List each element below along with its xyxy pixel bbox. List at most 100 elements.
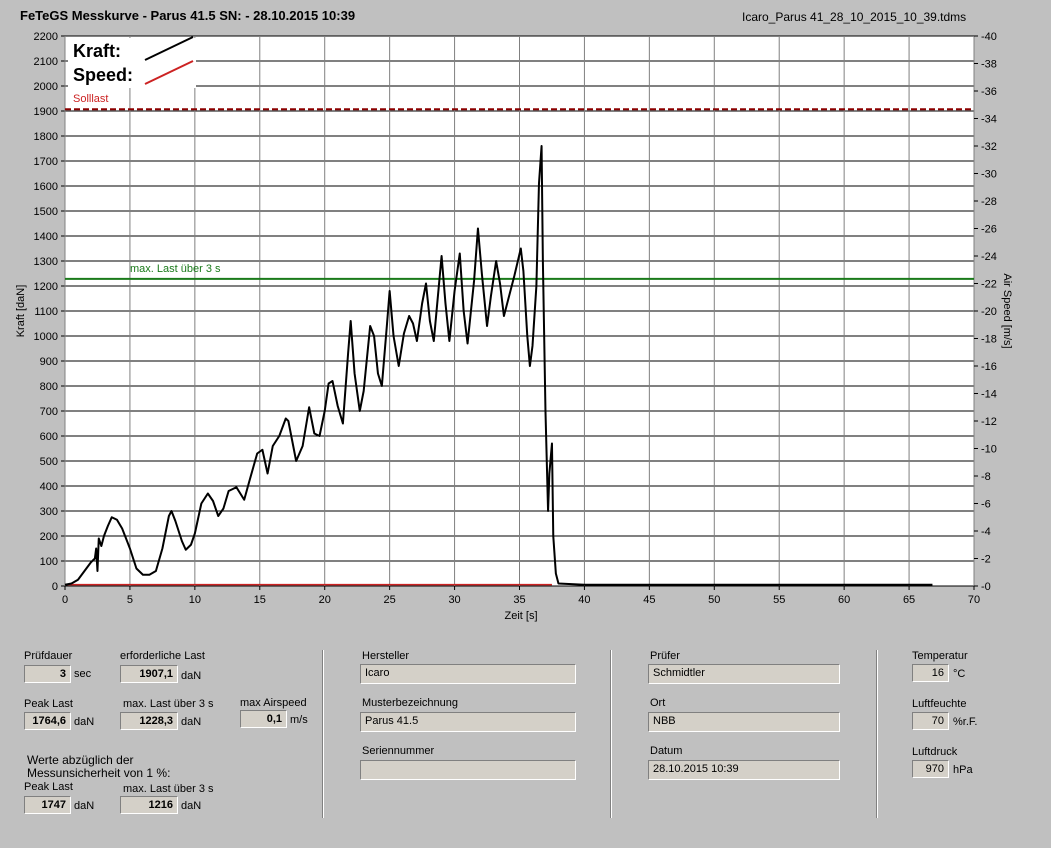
y-tick-label-right: -40 [981, 31, 997, 43]
y-tick-label-right: -32 [981, 141, 997, 153]
datum-label: Datum [650, 745, 683, 757]
y-tick-label-right: -16 [981, 361, 997, 373]
y-tick-label-right: -26 [981, 224, 997, 236]
luftdruck-label: Luftdruck [912, 746, 958, 758]
peak-last-field: 1764,6 [24, 712, 71, 730]
y-tick-label-left: 700 [40, 406, 58, 418]
y-tick-label-left: 0 [52, 581, 58, 593]
x-tick-label: 40 [578, 594, 590, 606]
y-tick-label-right: -34 [981, 114, 997, 126]
separator [610, 650, 612, 818]
y-tick-label-left: 1000 [34, 331, 58, 343]
y-tick-label-left: 1600 [34, 181, 58, 193]
y-tick-label-right: -30 [981, 169, 997, 181]
y-tick-label-right: -6 [981, 499, 991, 511]
hersteller-label: Hersteller [362, 650, 410, 662]
separator [876, 650, 878, 818]
max-last-2-field: 1216 [120, 796, 178, 814]
y-tick-label-left: 1500 [34, 206, 58, 218]
x-tick-label: 25 [384, 594, 396, 606]
x-tick-label: 30 [448, 594, 460, 606]
peak-last-2-field: 1747 [24, 796, 71, 814]
y-tick-label-left: 300 [40, 506, 58, 518]
x-axis-label: Zeit [s] [505, 610, 538, 622]
datum-field: 28.10.2015 10:39 [648, 760, 840, 780]
x-tick-label: 55 [773, 594, 785, 606]
max-last-2-label: max. Last über 3 s [123, 783, 214, 795]
x-tick-label: 35 [513, 594, 525, 606]
peak-last-2-label: Peak Last [24, 781, 73, 793]
sollast-label: Solllast [73, 93, 108, 105]
y-tick-label-left: 900 [40, 356, 58, 368]
musterbezeichnung-field: Parus 41.5 [360, 712, 576, 732]
y-tick-label-right: -8 [981, 471, 991, 483]
luftfeuchte-field: 70 [912, 712, 949, 730]
erforderliche-last-label: erforderliche Last [120, 650, 205, 662]
max-airspeed-label: max Airspeed [240, 697, 307, 709]
y-tick-label-left: 1700 [34, 156, 58, 168]
max-last-label: max. Last über 3 s [123, 698, 214, 710]
y-tick-label-right: -18 [981, 334, 997, 346]
y-axis-label-right: Air Speed [m/s] [1001, 273, 1013, 348]
y-tick-label-right: -22 [981, 279, 997, 291]
erforderliche-last-unit: daN [181, 670, 202, 682]
x-tick-label: 45 [643, 594, 655, 606]
y-tick-label-right: -0 [981, 581, 991, 593]
y-tick-label-left: 2200 [34, 31, 58, 43]
pruefer-label: Prüfer [650, 650, 680, 662]
x-tick-label: 0 [62, 594, 68, 606]
max-airspeed-unit: m/s [290, 714, 308, 726]
legend-kraft-label: Kraft: [73, 41, 121, 61]
x-tick-label: 5 [127, 594, 133, 606]
luftfeuchte-unit: %r.F. [953, 716, 978, 728]
pruefdauer-label: Prüfdauer [24, 650, 73, 662]
y-tick-label-left: 100 [40, 556, 58, 568]
force-chart: 0100200300400500600700800900100011001200… [15, 31, 1013, 622]
y-tick-label-right: -24 [981, 251, 997, 263]
y-tick-label-right: -28 [981, 196, 997, 208]
x-tick-label: 60 [838, 594, 850, 606]
y-tick-label-right: -2 [981, 554, 991, 566]
luftfeuchte-label: Luftfeuchte [912, 698, 967, 710]
luftdruck-field: 970 [912, 760, 949, 778]
pruefdauer-unit: sec [74, 668, 92, 680]
peak-last-2-unit: daN [74, 800, 95, 812]
peak-last-unit: daN [74, 716, 95, 728]
temperatur-unit: °C [953, 668, 966, 680]
seriennummer-field [360, 760, 576, 780]
y-tick-label-left: 400 [40, 481, 58, 493]
x-tick-label: 20 [319, 594, 331, 606]
y-tick-label-left: 200 [40, 531, 58, 543]
separator [322, 650, 324, 818]
werte-note: Werte abzüglich der Messunsicherheit von… [27, 753, 171, 780]
luftdruck-unit: hPa [953, 764, 973, 776]
y-tick-label-left: 1100 [34, 306, 58, 318]
y-tick-label-right: -14 [981, 389, 997, 401]
max-airspeed-field: 0,1 [240, 710, 287, 728]
y-tick-label-right: -10 [981, 444, 997, 456]
pruefdauer-field: 3 [24, 665, 71, 683]
y-tick-label-right: -4 [981, 526, 991, 538]
y-axis-label-left: Kraft [daN] [15, 285, 27, 338]
y-tick-label-left: 500 [40, 456, 58, 468]
y-tick-label-right: -20 [981, 306, 997, 318]
temperatur-field: 16 [912, 664, 949, 682]
y-tick-label-left: 600 [40, 431, 58, 443]
ort-label: Ort [650, 697, 666, 709]
y-tick-label-left: 1200 [34, 281, 58, 293]
y-tick-label-right: -36 [981, 86, 997, 98]
erforderliche-last-field: 1907,1 [120, 665, 178, 683]
y-tick-label-left: 1400 [34, 231, 58, 243]
max-last-2-unit: daN [181, 800, 202, 812]
hersteller-field: Icaro [360, 664, 576, 684]
x-tick-label: 65 [903, 594, 915, 606]
y-tick-label-left: 2100 [34, 56, 58, 68]
peak-last-label: Peak Last [24, 698, 73, 710]
max-last-unit: daN [181, 716, 202, 728]
max-last-field: 1228,3 [120, 712, 178, 730]
ort-field: NBB [648, 712, 840, 732]
x-tick-label: 50 [708, 594, 720, 606]
max-last-label: max. Last über 3 s [130, 263, 221, 275]
x-tick-label: 15 [254, 594, 266, 606]
y-tick-label-left: 1900 [34, 106, 58, 118]
